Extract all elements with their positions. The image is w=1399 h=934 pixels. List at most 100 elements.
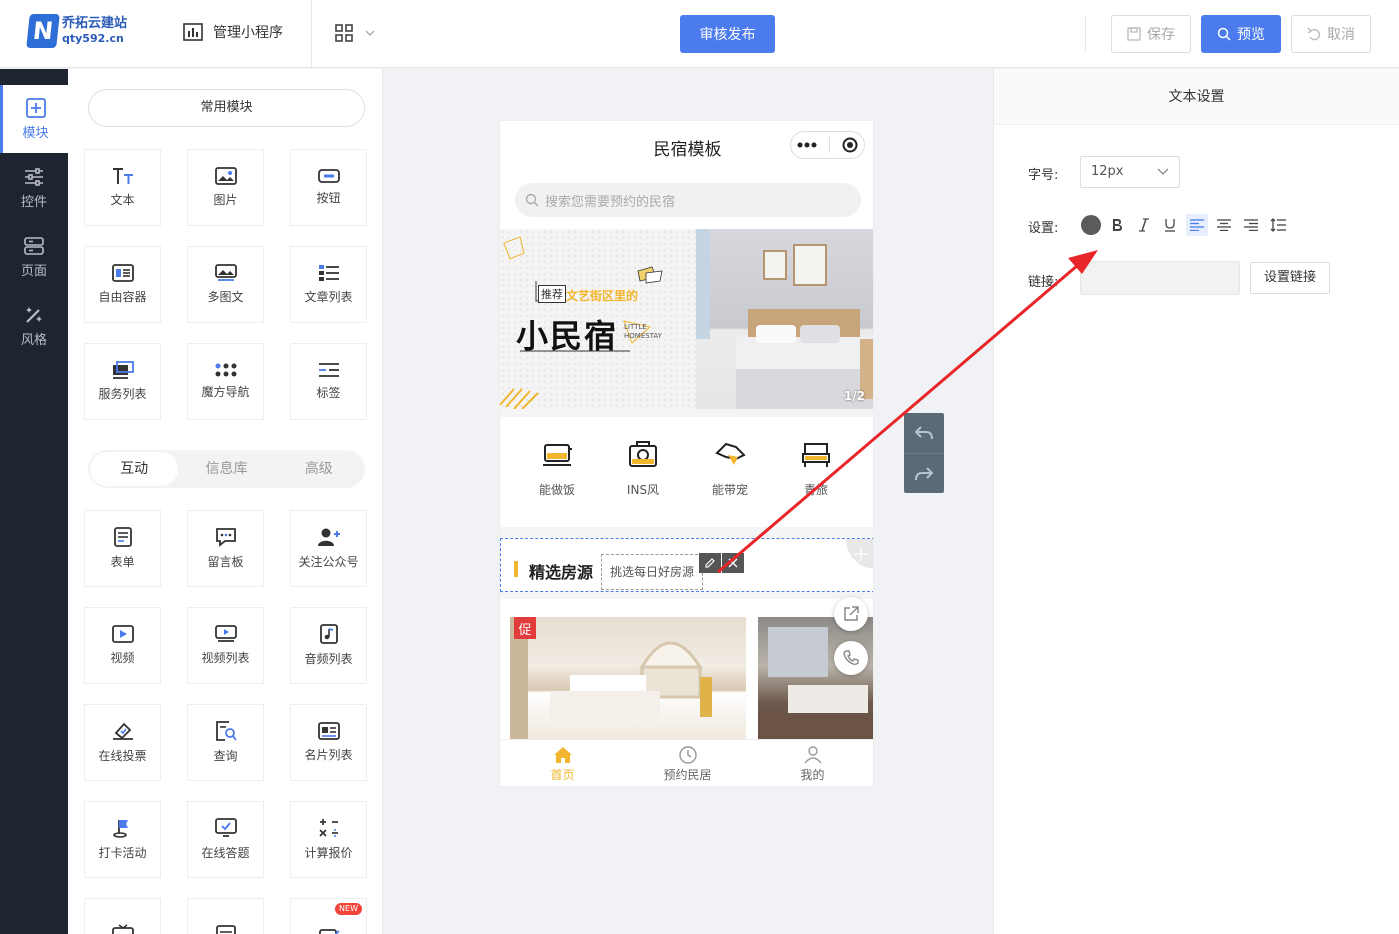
underline-button[interactable] <box>1159 214 1181 236</box>
tab-advanced[interactable]: 高级 <box>275 452 363 486</box>
selected-section-header[interactable]: 精选房源 挑选每日好房源 <box>500 538 873 592</box>
banner-carousel[interactable]: 推荐 文艺街区里的 小民宿 LITTLE HOMESTAY 1/2 <box>500 229 873 409</box>
align-left-button[interactable] <box>1186 214 1208 236</box>
miniprogram-capsule[interactable] <box>790 131 865 159</box>
link-input[interactable] <box>1080 261 1240 295</box>
nav-item-pages[interactable]: 页面 <box>0 223 68 291</box>
tabbar-home[interactable]: 首页 <box>500 746 625 783</box>
module-calculator[interactable]: 计算报价 <box>290 801 367 878</box>
camera-icon <box>629 441 657 467</box>
redo-arrow-icon <box>915 466 933 480</box>
redo-button[interactable] <box>904 453 944 493</box>
home-icon <box>553 747 572 763</box>
nav-item-style[interactable]: 风格 <box>0 292 68 360</box>
preview-button[interactable]: 预览 <box>1201 15 1281 53</box>
section-subtitle-selected[interactable]: 挑选每日好房源 <box>601 554 704 590</box>
module-audio-list[interactable]: 音频列表 <box>290 607 367 684</box>
module-text[interactable]: 文本 <box>84 149 161 226</box>
listing-photo[interactable] <box>758 617 873 739</box>
video-icon <box>111 625 134 643</box>
dots-grid-icon <box>215 363 236 377</box>
italic-button[interactable] <box>1133 214 1155 236</box>
save-button[interactable]: 保存 <box>1111 15 1191 53</box>
promo-badge: 促 <box>514 617 536 639</box>
history-controls <box>904 413 944 493</box>
banner-little: LITTLE <box>624 323 647 331</box>
module-tag[interactable]: 标签 <box>290 343 367 420</box>
module-form[interactable]: 表单 <box>84 510 161 587</box>
phone-preview: 民宿模板 搜索您需要预约的民宿 推荐 文艺街区里的 小民宿 LITTLE HOM… <box>499 120 874 787</box>
module-partial[interactable]: NEW <box>290 898 367 934</box>
module-container[interactable]: 自由容器 <box>84 246 161 323</box>
module-video[interactable]: 视频 <box>84 607 161 684</box>
top-bar: N 乔拓云建站 qty592.cn 管理小程序 审核发布 保存 预览 取消 <box>0 0 1399 68</box>
delete-element-button[interactable] <box>722 553 744 573</box>
section-accent-bar <box>514 561 518 577</box>
nav-item-controls[interactable]: 控件 <box>0 154 68 222</box>
settings-header: 文本设置 <box>994 69 1399 125</box>
category-ins[interactable]: INS风 <box>603 439 683 498</box>
module-online-quiz[interactable]: 在线答题 <box>187 801 264 878</box>
save-icon <box>1127 27 1141 41</box>
module-image[interactable]: 图片 <box>187 149 264 226</box>
module-dots-nav[interactable]: 魔方导航 <box>187 343 264 420</box>
logo-url: qty592.cn <box>62 32 124 45</box>
audio-icon <box>319 624 338 644</box>
module-card-list[interactable]: 名片列表 <box>290 704 367 781</box>
common-modules-header[interactable]: 常用模块 <box>88 89 365 127</box>
phone-search-box[interactable]: 搜索您需要预约的民宿 <box>515 183 861 217</box>
manage-miniprogram-link[interactable]: 管理小程序 <box>183 22 283 42</box>
app-switcher-dropdown[interactable] <box>335 24 375 42</box>
align-center-button[interactable] <box>1213 214 1235 236</box>
bold-button[interactable] <box>1106 214 1128 236</box>
module-button[interactable]: 按钮 <box>290 149 367 226</box>
search-placeholder: 搜索您需要预约的民宿 <box>545 194 676 210</box>
module-partial[interactable] <box>84 898 161 934</box>
set-link-button[interactable]: 设置链接 <box>1250 262 1330 294</box>
category-pets[interactable]: 能带宠 <box>690 439 770 498</box>
edit-element-button[interactable] <box>699 553 721 573</box>
category-hostel[interactable]: 青旅 <box>776 439 856 498</box>
module-service-list[interactable]: 服务列表 <box>84 343 161 420</box>
link-label: 链接: <box>1028 275 1059 290</box>
text-settings-panel: 文本设置 字号: 12px 设置: 链接: 设置链接 <box>993 69 1399 934</box>
share-button[interactable] <box>834 597 868 631</box>
module-online-vote[interactable]: 在线投票 <box>84 704 161 781</box>
tab-interactive[interactable]: 互动 <box>90 452 179 486</box>
form-icon <box>113 527 132 547</box>
module-category-tabs: 互动 信息库 高级 <box>88 450 365 488</box>
logo[interactable]: N 乔拓云建站 qty592.cn <box>26 14 127 48</box>
tab-info-library[interactable]: 信息库 <box>182 452 270 486</box>
undo-icon <box>1307 27 1320 41</box>
listing-photo[interactable] <box>510 617 746 739</box>
module-follow-account[interactable]: 关注公众号 <box>290 510 367 587</box>
undo-button[interactable] <box>904 413 944 453</box>
module-article-list[interactable]: 文章列表 <box>290 246 367 323</box>
tabbar-mine[interactable]: 我的 <box>750 746 873 783</box>
drag-handle[interactable] <box>846 539 873 569</box>
cancel-button[interactable]: 取消 <box>1291 15 1371 53</box>
bed-icon <box>802 443 830 467</box>
line-height-button[interactable] <box>1267 214 1289 236</box>
module-message-board[interactable]: 留言板 <box>187 510 264 587</box>
module-video-list[interactable]: 视频列表 <box>187 607 264 684</box>
move-icon <box>854 547 868 561</box>
banner-tag: 推荐 <box>538 285 566 303</box>
module-query[interactable]: 查询 <box>187 704 264 781</box>
tabbar-reserve[interactable]: 预约民居 <box>625 746 750 783</box>
nav-item-modules[interactable]: 模块 <box>0 85 68 153</box>
align-right-button[interactable] <box>1240 214 1262 236</box>
module-checkin[interactable]: 打卡活动 <box>84 801 161 878</box>
category-cooking[interactable]: 能做饭 <box>517 439 597 498</box>
module-partial[interactable] <box>187 898 264 934</box>
module-multi-image[interactable]: 多图文 <box>187 246 264 323</box>
calculator-icon <box>318 819 338 837</box>
line-height-icon <box>1270 218 1286 232</box>
banner-pager: 1/2 <box>843 389 865 403</box>
font-size-select[interactable]: 12px <box>1080 156 1180 188</box>
align-right-icon <box>1244 219 1258 231</box>
publish-button[interactable]: 审核发布 <box>680 15 775 53</box>
banner-title: 小民宿 <box>516 317 619 355</box>
phone-call-button[interactable] <box>834 641 868 675</box>
text-color-picker[interactable] <box>1081 215 1101 235</box>
